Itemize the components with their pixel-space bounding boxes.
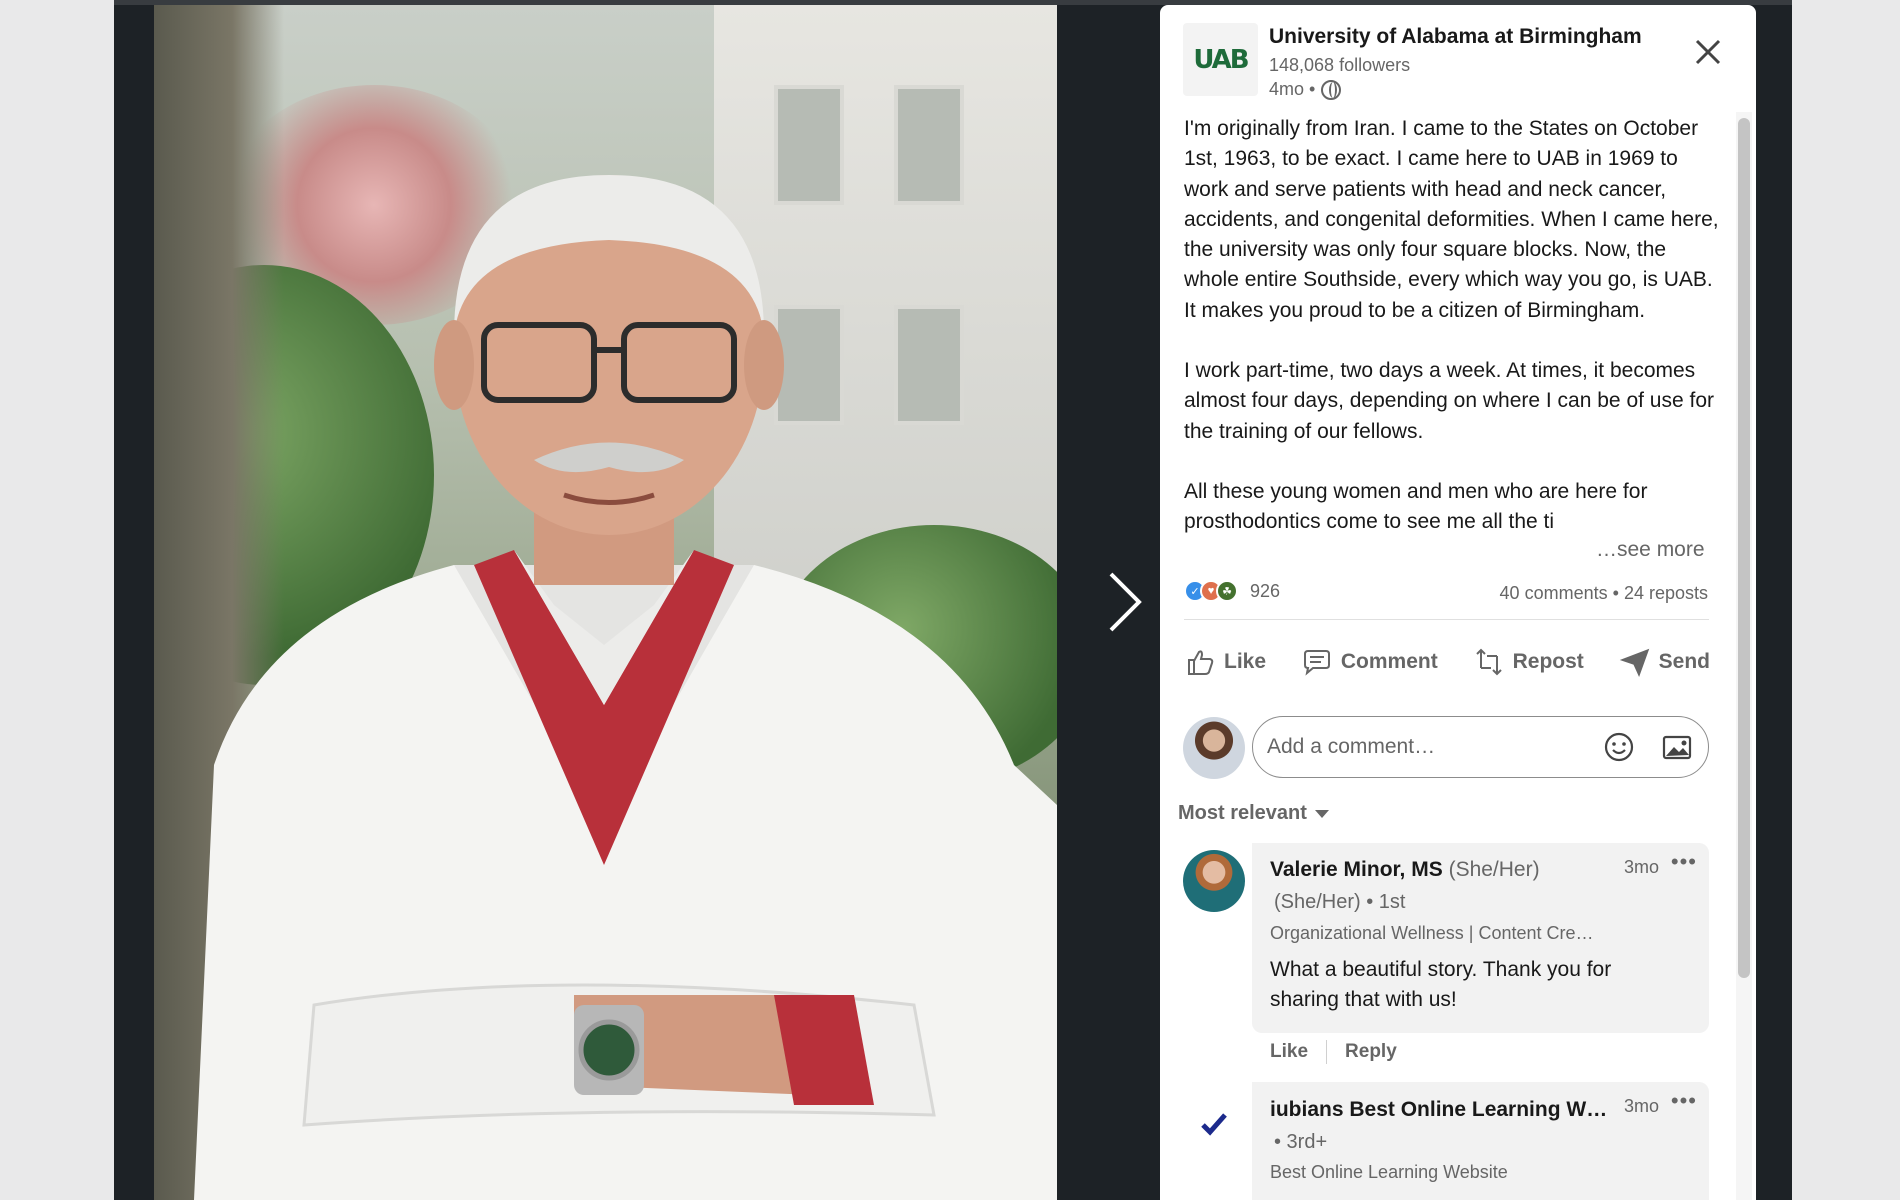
comment-icon bbox=[1303, 650, 1330, 676]
globe-icon bbox=[1321, 79, 1342, 100]
caret-down-icon bbox=[1314, 809, 1329, 818]
like-label: Like bbox=[1224, 650, 1267, 673]
post-paragraph: I'm originally from Iran. I came to the … bbox=[1184, 117, 1719, 322]
portrait-man bbox=[194, 175, 1057, 1200]
post-text: I'm originally from Iran. I came to the … bbox=[1184, 114, 1724, 568]
scrollbar-thumb[interactable] bbox=[1738, 118, 1750, 978]
commenter-degree: • 3rd+ bbox=[1274, 1131, 1328, 1153]
follower-count: 148,068 followers bbox=[1269, 55, 1411, 75]
comment-like-button[interactable]: Like bbox=[1270, 1041, 1308, 1063]
commenter-avatar[interactable] bbox=[1183, 850, 1245, 912]
comment-time: 3mo bbox=[1623, 1096, 1659, 1116]
close-icon[interactable] bbox=[1692, 36, 1724, 68]
engagement-counts: 40 comments • 24 reposts bbox=[1500, 583, 1708, 604]
more-options-icon[interactable]: ••• bbox=[1671, 849, 1697, 875]
commenter-headline: Organizational Wellness | Content Cre… bbox=[1270, 923, 1594, 943]
commenter-name[interactable]: Valerie Minor, MS (She/Her) bbox=[1270, 858, 1540, 882]
commenter-name-text: Valerie Minor, MS bbox=[1270, 858, 1443, 881]
commenter-headline: Best Online Learning Website bbox=[1270, 1162, 1508, 1182]
like-button[interactable]: Like bbox=[1184, 640, 1266, 684]
send-button[interactable]: Send bbox=[1619, 640, 1710, 684]
comment-input-box[interactable] bbox=[1252, 716, 1709, 778]
commenter-degree: (She/Her) • 1st bbox=[1274, 891, 1406, 913]
post-paragraph: All these young women and men who are he… bbox=[1184, 479, 1648, 534]
send-label: Send bbox=[1658, 650, 1710, 673]
comment-input[interactable] bbox=[1267, 735, 1578, 759]
comment-actions: Like Reply bbox=[1270, 1040, 1397, 1064]
commenter-name[interactable]: iubians Best Online Learning W… bbox=[1270, 1098, 1607, 1122]
comment-time: 3mo bbox=[1623, 857, 1659, 877]
comment-bubble: iubians Best Online Learning W… 3mo ••• … bbox=[1252, 1082, 1709, 1200]
count-separator: • bbox=[1612, 583, 1619, 603]
comment-reply-button[interactable]: Reply bbox=[1345, 1041, 1397, 1063]
org-name[interactable]: University of Alabama at Birmingham bbox=[1269, 25, 1642, 49]
org-logo[interactable]: UAB bbox=[1183, 23, 1258, 96]
post-paragraph: I work part-time, two days a week. At ti… bbox=[1184, 359, 1714, 443]
repost-button[interactable]: Repost bbox=[1473, 640, 1584, 684]
sort-dropdown[interactable]: Most relevant bbox=[1178, 802, 1329, 825]
logo-text: UAB bbox=[1193, 44, 1249, 75]
comment-bubble: Valerie Minor, MS (She/Her) 3mo ••• (She… bbox=[1252, 843, 1709, 1033]
comment-label: Comment bbox=[1340, 650, 1438, 673]
current-user-avatar[interactable] bbox=[1183, 717, 1245, 779]
checkmark-logo-icon bbox=[1201, 1113, 1227, 1136]
image-icon[interactable] bbox=[1660, 730, 1694, 764]
post-actions: Like Comment Repost Send bbox=[1184, 640, 1710, 684]
emoji-icon[interactable] bbox=[1602, 730, 1636, 764]
repost-label: Repost bbox=[1512, 650, 1584, 673]
more-options-icon[interactable]: ••• bbox=[1671, 1088, 1697, 1114]
comment-body: What a beautiful story. Thank you for sh… bbox=[1270, 958, 1612, 1011]
thumbs-up-icon bbox=[1188, 650, 1214, 675]
comments-count[interactable]: 40 comments bbox=[1500, 583, 1608, 603]
post-age: 4mo • bbox=[1269, 79, 1316, 99]
reaction-icons: ✓ ♥ ☘ bbox=[1184, 580, 1238, 602]
divider bbox=[1326, 1040, 1328, 1064]
reaction-count: 926 bbox=[1250, 580, 1281, 601]
post-meta: 4mo • bbox=[1269, 79, 1342, 100]
comment-button[interactable]: Comment bbox=[1301, 640, 1438, 684]
send-icon bbox=[1619, 648, 1649, 677]
chevron-right-icon[interactable] bbox=[1105, 570, 1145, 634]
see-more-link[interactable]: …see more bbox=[1590, 538, 1705, 562]
repost-icon bbox=[1475, 648, 1502, 676]
support-reaction-icon: ☘ bbox=[1216, 580, 1238, 602]
post-photo bbox=[154, 5, 1057, 1200]
reactions-summary[interactable]: ✓ ♥ ☘ 926 bbox=[1184, 580, 1280, 602]
commenter-avatar[interactable] bbox=[1183, 1093, 1245, 1155]
sort-label: Most relevant bbox=[1178, 802, 1307, 824]
divider bbox=[1184, 619, 1709, 620]
reposts-count[interactable]: 24 reposts bbox=[1624, 583, 1708, 603]
commenter-pronouns: (She/Her) bbox=[1448, 858, 1540, 881]
